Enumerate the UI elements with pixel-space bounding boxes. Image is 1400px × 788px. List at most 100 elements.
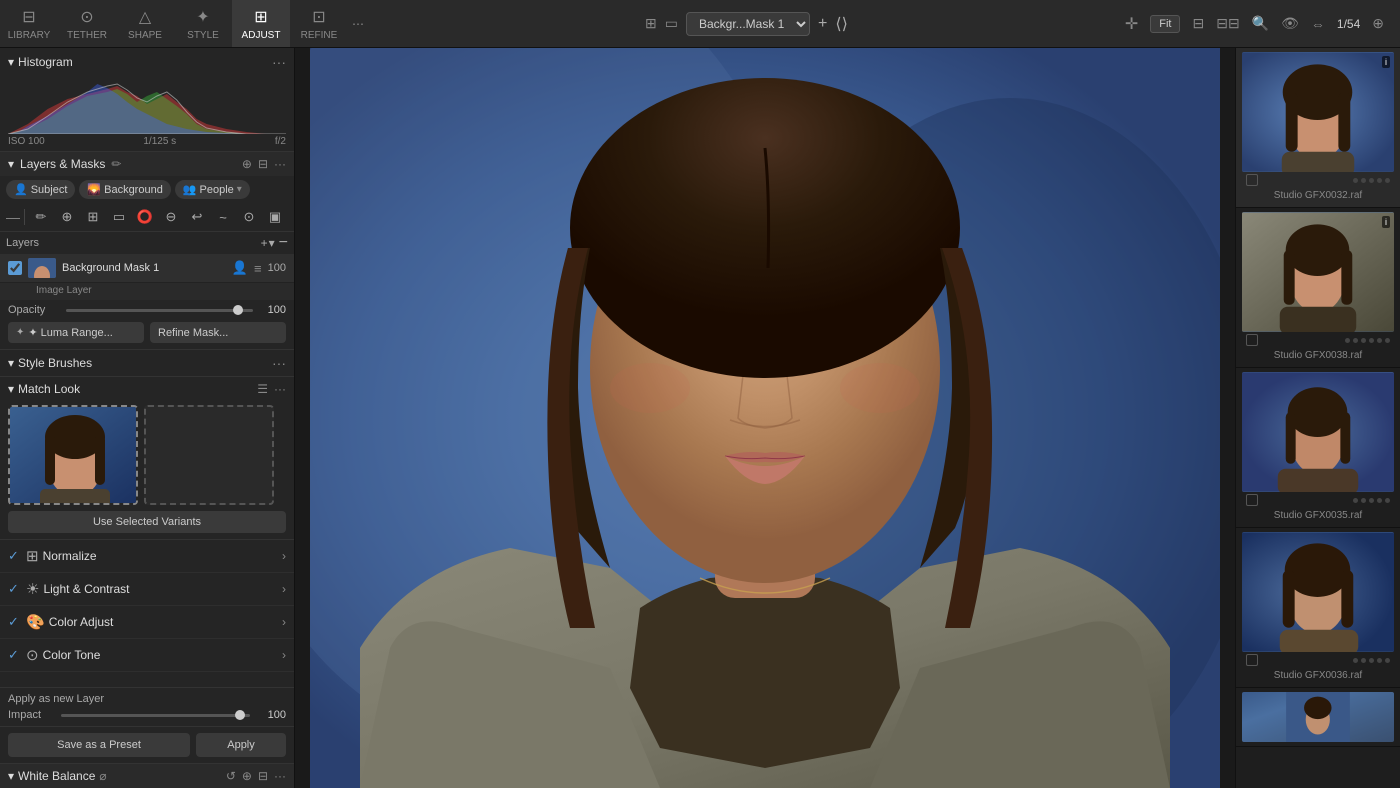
layers-masks-header[interactable]: ▾ Layers & Masks ✏ ⊕ ⊟ ··· xyxy=(0,152,294,176)
match-look-item-empty[interactable] xyxy=(144,405,274,505)
filmstrip-check-2[interactable] xyxy=(1246,334,1258,346)
fdot xyxy=(1369,658,1374,663)
clone-tool[interactable]: ~ xyxy=(211,206,235,228)
rect-tool[interactable]: ▭ xyxy=(107,206,131,228)
tab-style[interactable]: ✦ STYLE xyxy=(174,0,232,47)
gradient-tool[interactable]: ↩ xyxy=(185,206,209,228)
fdot xyxy=(1377,338,1382,343)
opacity-slider-thumb xyxy=(233,305,243,315)
eye-icon[interactable]: 👁 xyxy=(1281,15,1299,32)
nav-arrows-icon[interactable]: ⟨⟩ xyxy=(835,14,847,34)
adj-normalize[interactable]: ✓ ⊞ Normalize xyxy=(0,540,294,573)
filmstrip-dots-2 xyxy=(1242,332,1394,348)
adj-light-contrast[interactable]: ✓ ☀ Light & Contrast xyxy=(0,573,294,606)
light-contrast-check[interactable]: ✓ xyxy=(8,581,26,597)
layers-toolbar: Layers + ▾ − xyxy=(0,232,294,254)
layer-controls: Opacity 100 ✦ ✦ Luma Range... Refine Mas… xyxy=(0,300,294,349)
style-brushes-more[interactable]: ··· xyxy=(272,355,286,371)
histogram-section: ▾ Histogram ··· ISO 100 xyxy=(0,48,294,152)
left-panel: ▾ Histogram ··· ISO 100 xyxy=(0,48,295,788)
normalize-check[interactable]: ✓ xyxy=(8,548,26,564)
normalize-arrow xyxy=(282,549,286,563)
tab-tether[interactable]: ⊙ TETHER xyxy=(58,0,116,47)
wb-copy-icon[interactable]: ⊕ xyxy=(242,769,252,783)
color-tone-check[interactable]: ✓ xyxy=(8,647,26,663)
add-layer-icon[interactable]: + xyxy=(818,15,827,33)
match-look-header[interactable]: ▾ Match Look ☰ ··· xyxy=(0,377,294,401)
wb-eyedropper-icon[interactable]: ⌀ xyxy=(99,769,106,783)
people-dropdown-icon[interactable]: ▾ xyxy=(237,184,242,195)
fdot xyxy=(1361,178,1366,183)
brush-tool[interactable]: ✏ xyxy=(29,206,53,228)
adj-color-adjust[interactable]: ✓ 🎨 Color Adjust xyxy=(0,606,294,639)
filmstrip-check-3[interactable] xyxy=(1246,494,1258,506)
luma-icon: ✦ xyxy=(16,327,24,338)
filmstrip-dot-row-3 xyxy=(1353,498,1390,503)
save-preset-button[interactable]: Save as a Preset xyxy=(8,733,190,757)
match-list-icon[interactable]: ☰ xyxy=(257,382,268,396)
edit-layers-icon[interactable]: ✏ xyxy=(111,157,121,171)
subject-tab[interactable]: 👤 Subject xyxy=(6,180,75,199)
white-balance-section[interactable]: ▾ White Balance ⌀ ↺ ⊕ ⊟ ··· xyxy=(0,763,294,788)
match-look-item-selected[interactable] xyxy=(8,405,138,505)
compare-icon[interactable]: ⇔ xyxy=(1311,16,1325,32)
circle-tool[interactable]: ⭕ xyxy=(133,206,157,228)
stamp-tool[interactable]: ▣ xyxy=(263,206,287,228)
search-icon[interactable]: 🔍 xyxy=(1252,15,1269,32)
apply-button[interactable]: Apply xyxy=(196,733,286,757)
background-tab[interactable]: 🌄 Background xyxy=(79,180,170,199)
zoom-icon: ⊟ xyxy=(1192,15,1204,32)
people-tab[interactable]: 👥 People ▾ xyxy=(175,180,250,199)
fit-button[interactable]: Fit xyxy=(1150,15,1180,33)
remove-layer-button[interactable]: − xyxy=(279,235,288,251)
histogram-header[interactable]: ▾ Histogram ··· xyxy=(8,54,286,70)
filmstrip-check-1[interactable] xyxy=(1246,174,1258,186)
copy-icon[interactable]: ⊕ xyxy=(242,157,252,171)
ai-tool[interactable]: ⊕ xyxy=(55,206,79,228)
tether-icon: ⊙ xyxy=(80,7,93,27)
heal-tool[interactable]: ⊙ xyxy=(237,206,261,228)
color-adjust-check[interactable]: ✓ xyxy=(8,614,26,630)
layer-checkbox[interactable] xyxy=(8,261,22,275)
filmstrip-dots-1 xyxy=(1242,172,1394,188)
filmstrip-item-3[interactable]: Studio GFX0035.raf xyxy=(1236,368,1400,528)
opacity-slider[interactable] xyxy=(66,309,253,312)
filmstrip-item-5[interactable] xyxy=(1236,688,1400,747)
fdot xyxy=(1361,658,1366,663)
filmstrip-check-4[interactable] xyxy=(1246,654,1258,666)
match-look-thumbnail xyxy=(10,407,136,503)
layer-selector[interactable]: Backgr...Mask 1 xyxy=(686,12,810,36)
erase-tool[interactable]: ⊖ xyxy=(159,206,183,228)
match-more-icon[interactable]: ··· xyxy=(274,382,286,396)
adj-color-tone[interactable]: ✓ ⊙ Color Tone xyxy=(0,639,294,672)
layer-item[interactable]: Background Mask 1 👤 ≡ 100 xyxy=(0,254,294,283)
layers-more-icon[interactable]: ··· xyxy=(274,157,286,171)
filmstrip-item-1[interactable]: i Studio GFX0032.raf xyxy=(1236,48,1400,208)
wb-paste-icon[interactable]: ⊟ xyxy=(258,769,268,783)
histogram-more-button[interactable]: ··· xyxy=(272,54,286,70)
add-layer-button[interactable]: + ▾ xyxy=(261,236,275,250)
fdot xyxy=(1353,658,1358,663)
tab-library[interactable]: ⊟ LIBRARY xyxy=(0,0,58,47)
style-icon: ✦ xyxy=(196,7,209,27)
luma-range-button[interactable]: ✦ ✦ Luma Range... xyxy=(8,322,144,343)
lasso-tool[interactable]: ⊞ xyxy=(81,206,105,228)
magnify-icon[interactable]: ⊕ xyxy=(1372,15,1384,32)
wb-more-icon[interactable]: ··· xyxy=(274,769,286,783)
wb-reset-icon[interactable]: ↺ xyxy=(226,769,236,783)
collapse-match-icon: ▾ xyxy=(8,382,14,396)
filmstrip-name-3: Studio GFX0035.raf xyxy=(1242,508,1394,523)
filmstrip-item-2[interactable]: i Studio GFX0038.raf xyxy=(1236,208,1400,368)
color-adjust-label: Color Adjust xyxy=(49,615,282,629)
tab-shape[interactable]: △ SHAPE xyxy=(116,0,174,47)
filmstrip-item-4[interactable]: Studio GFX0036.raf xyxy=(1236,528,1400,688)
refine-mask-button[interactable]: Refine Mask... xyxy=(150,322,286,343)
tab-adjust[interactable]: ⊞ ADJUST xyxy=(232,0,290,47)
more-tabs-button[interactable]: ⋯ xyxy=(348,17,368,31)
tab-refine[interactable]: ⊡ REFINE xyxy=(290,0,348,47)
page-counter: 1/54 xyxy=(1337,17,1360,31)
use-selected-variants-button[interactable]: Use Selected Variants xyxy=(8,511,286,533)
impact-slider[interactable] xyxy=(61,714,250,717)
style-brushes-section[interactable]: ▾ Style Brushes ··· xyxy=(0,350,294,377)
paste-icon[interactable]: ⊟ xyxy=(258,157,268,171)
